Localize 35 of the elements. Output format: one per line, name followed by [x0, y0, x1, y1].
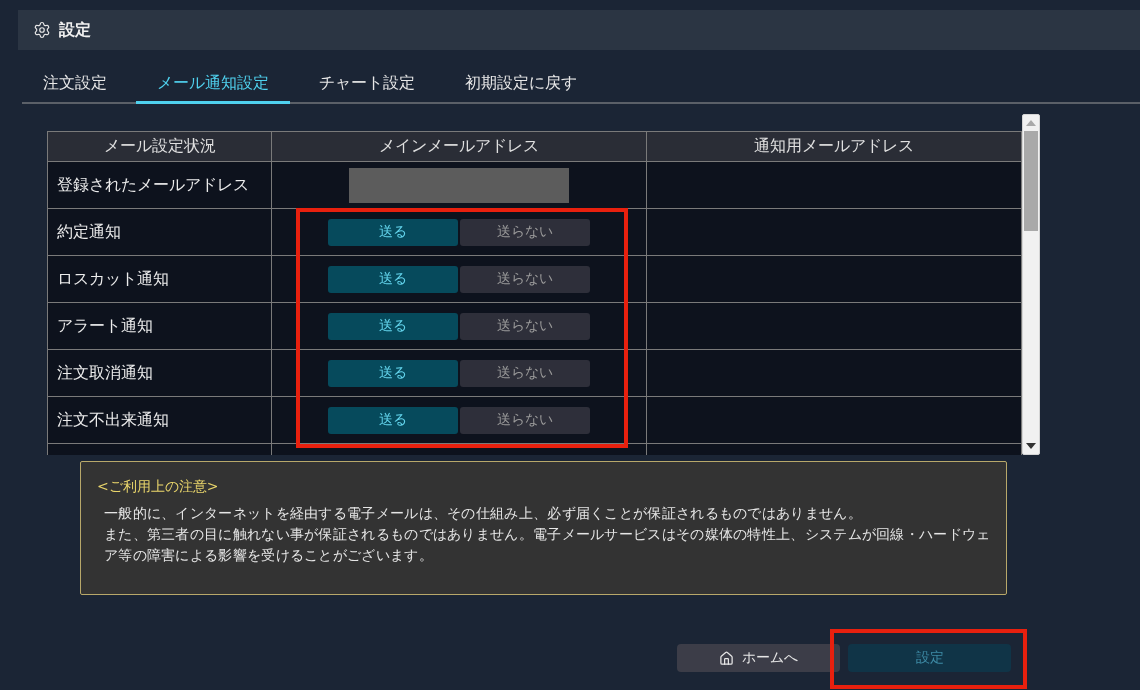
toggle-option[interactable]: 送らない — [460, 312, 590, 340]
toggle-option[interactable]: 送らない — [460, 265, 590, 293]
home-icon — [719, 650, 734, 666]
notice-text: また、第三者の目に触れない事が保証されるものではありません。電子メールサービスはその媒体の特性上、システムが回線・ハードウェア等の障害による影響を受けることがございます。 — [104, 525, 992, 565]
toggle-option[interactable]: 送る — [328, 265, 458, 293]
scroll-down-icon[interactable] — [1026, 443, 1036, 449]
table-cell: 登録されたメールアドレス — [48, 162, 272, 209]
submit-button[interactable]: 設定 — [848, 644, 1011, 672]
scrollbar-thumb[interactable] — [1024, 131, 1038, 231]
toggle-option[interactable]: 送る — [328, 218, 458, 246]
toggle-option[interactable]: 送らない — [460, 359, 590, 387]
table-cell: 注文不出来通知 — [48, 397, 272, 444]
page-title: 設定 — [59, 19, 91, 41]
table-cell: 約定通知 — [48, 209, 272, 256]
toggle-option[interactable]: 送らない — [460, 218, 590, 246]
toggle-option[interactable]: 送らない — [460, 406, 590, 434]
column-header: メール設定状況 — [48, 132, 272, 162]
home-button[interactable]: ホームへ — [677, 644, 840, 672]
scroll-up-icon[interactable] — [1026, 120, 1036, 126]
table-cell: アラート通知 — [48, 303, 272, 350]
toggle-option[interactable]: 送る — [328, 406, 458, 434]
table-cell: 注文取消通知 — [48, 350, 272, 397]
toggle-option[interactable]: 送る — [328, 359, 458, 387]
tab[interactable]: チャート設定 — [298, 66, 436, 104]
notice-text: 一般的に、インターネットを経由する電子メールは、その仕組み上、必ず届くことが保証されるものではありません。 — [104, 504, 863, 523]
notice-title: <ご利用上の注意> — [97, 477, 220, 495]
settings-icon — [33, 21, 51, 39]
table-cell: ロスカット通知 — [48, 256, 272, 303]
scrollbar[interactable] — [1022, 114, 1040, 455]
toggle-option[interactable]: 送る — [328, 312, 458, 340]
tab[interactable]: 初期設定に戻す — [444, 66, 598, 104]
column-header: メインメールアドレス — [272, 132, 647, 162]
tab[interactable]: 注文設定 — [22, 66, 128, 104]
column-header: 通知用メールアドレス — [647, 132, 1022, 162]
tab[interactable]: メール通知設定 — [136, 66, 290, 104]
